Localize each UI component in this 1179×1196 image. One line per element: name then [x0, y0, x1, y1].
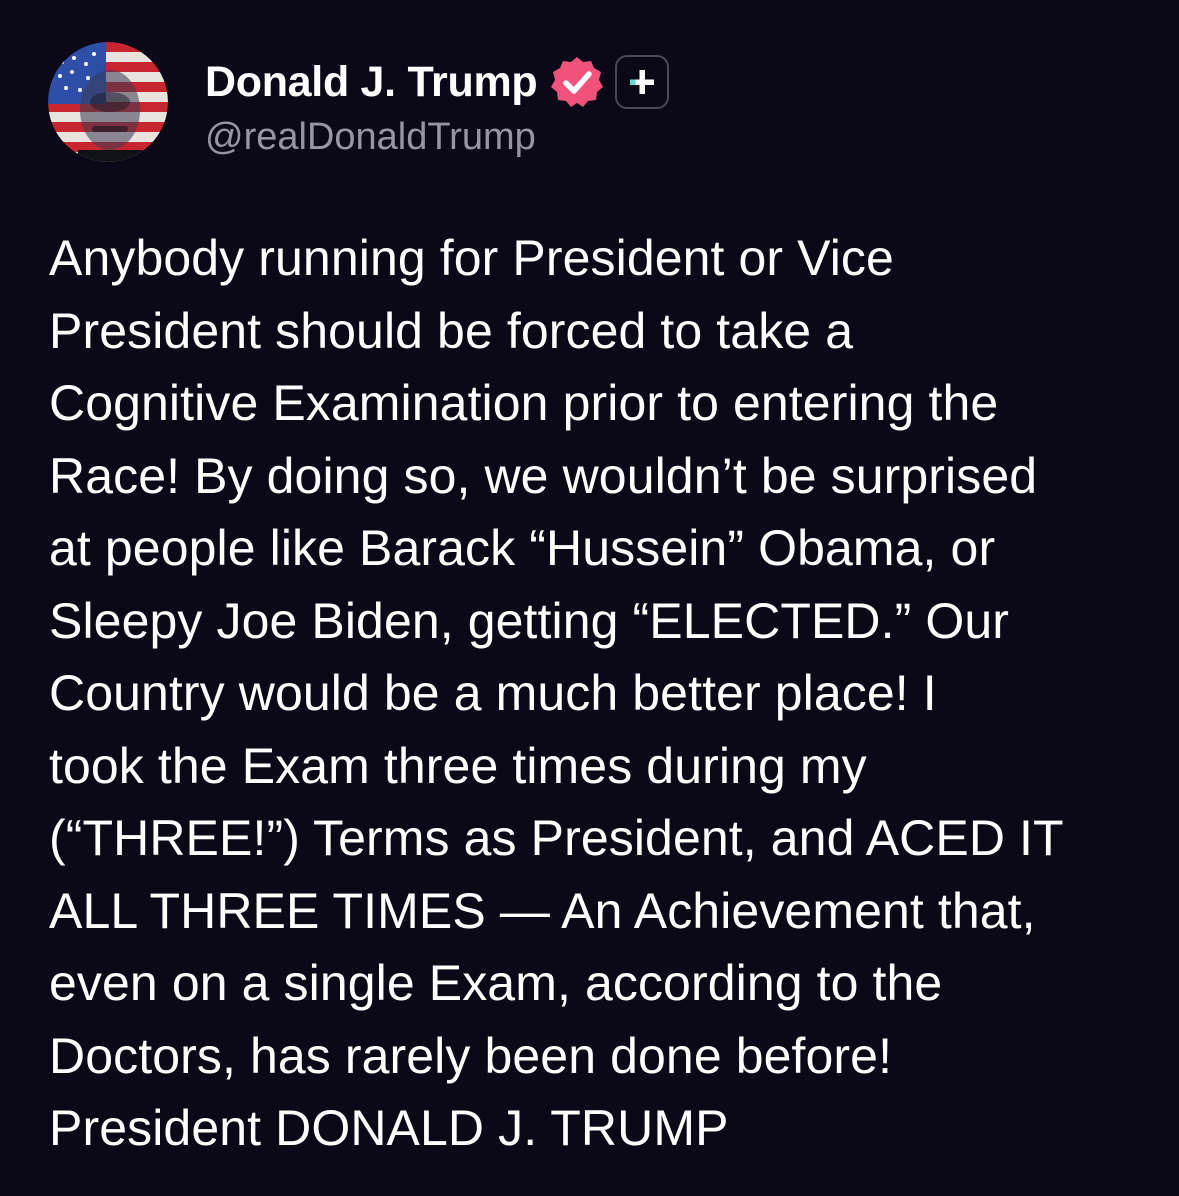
post-card: Donald J. Trump @realDonaldTrump Anybody…: [0, 0, 1179, 1196]
avatar-flag-portrait-icon: [48, 42, 168, 162]
author-name-row: Donald J. Trump: [205, 54, 670, 110]
post-body-line: Country would be a much better place! I: [49, 665, 937, 721]
post-body: Anybody running for President or Vice Pr…: [49, 222, 1159, 1165]
post-body-line: took the Exam three times during my: [49, 737, 867, 794]
post-body-line: at people like Barack “Hussein” Obama, o…: [49, 520, 996, 576]
post-body-line: Doctors, has rarely been done before!: [49, 1027, 893, 1084]
post-body-line: Cognitive Examination prior to entering …: [49, 375, 999, 431]
post-body-line: (“THREE!”) Terms as President, and ACED …: [49, 810, 1064, 866]
author-handle[interactable]: @realDonaldTrump: [205, 116, 536, 159]
post-body-line: even on a single Exam, according to the: [49, 955, 943, 1011]
post-body-line: President DONALD J. TRUMP: [49, 1100, 729, 1156]
post-body-line: Race! By doing so, we wouldn’t be surpri…: [49, 447, 1038, 504]
verified-badge-icon: [549, 54, 605, 110]
author-display-name[interactable]: Donald J. Trump: [205, 58, 538, 107]
post-body-line: Sleepy Joe Biden, getting “ELECTED.” Our: [49, 592, 1010, 649]
post-body-line: ALL THREE TIMES — An Achievement that,: [49, 882, 1036, 939]
avatar[interactable]: [48, 42, 168, 162]
post-body-line: Anybody running for President or Vice: [49, 230, 894, 286]
plus-badge-icon[interactable]: [615, 55, 670, 109]
post-body-line: President should be forced to take a: [49, 302, 854, 359]
